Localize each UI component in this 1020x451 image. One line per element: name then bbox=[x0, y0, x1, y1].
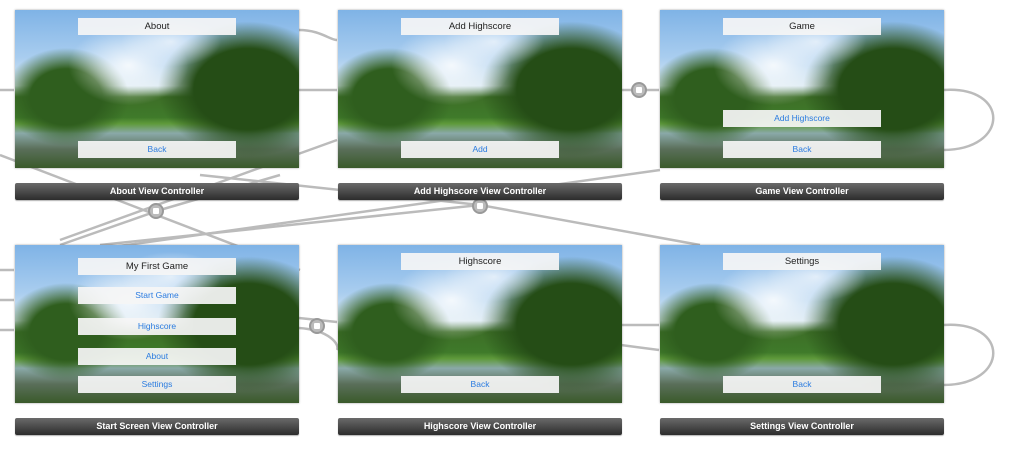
scene-label[interactable]: About View Controller bbox=[15, 183, 299, 200]
scene-game[interactable]: Game Add Highscore Back bbox=[660, 10, 944, 168]
back-button[interactable]: Back bbox=[78, 141, 236, 158]
back-button[interactable]: Back bbox=[723, 141, 881, 158]
start-game-button[interactable]: Start Game bbox=[78, 287, 236, 304]
segue-node[interactable] bbox=[472, 198, 488, 214]
scene-label[interactable]: Highscore View Controller bbox=[338, 418, 622, 435]
title-label: Game bbox=[723, 18, 881, 35]
title-label: Highscore bbox=[401, 253, 559, 270]
scene-about[interactable]: About Back bbox=[15, 10, 299, 168]
back-button[interactable]: Back bbox=[401, 376, 559, 393]
back-button[interactable]: Back bbox=[723, 376, 881, 393]
add-highscore-button[interactable]: Add Highscore bbox=[723, 110, 881, 127]
scene-label[interactable]: Settings View Controller bbox=[660, 418, 944, 435]
scene-highscore[interactable]: Highscore Back bbox=[338, 245, 622, 403]
add-button[interactable]: Add bbox=[401, 141, 559, 158]
scene-label[interactable]: Start Screen View Controller bbox=[15, 418, 299, 435]
title-label: Settings bbox=[723, 253, 881, 270]
scene-settings[interactable]: Settings Back bbox=[660, 245, 944, 403]
scene-label[interactable]: Add Highscore View Controller bbox=[338, 183, 622, 200]
title-label: About bbox=[78, 18, 236, 35]
title-label: My First Game bbox=[78, 258, 236, 275]
settings-button[interactable]: Settings bbox=[78, 376, 236, 393]
segue-node[interactable] bbox=[631, 82, 647, 98]
scene-label[interactable]: Game View Controller bbox=[660, 183, 944, 200]
scene-start-screen[interactable]: My First Game Start Game Highscore About… bbox=[15, 245, 299, 403]
title-label: Add Highscore bbox=[401, 18, 559, 35]
segue-node[interactable] bbox=[148, 203, 164, 219]
highscore-button[interactable]: Highscore bbox=[78, 318, 236, 335]
about-button[interactable]: About bbox=[78, 348, 236, 365]
segue-node[interactable] bbox=[309, 318, 325, 334]
scene-add-highscore[interactable]: Add Highscore Add bbox=[338, 10, 622, 168]
